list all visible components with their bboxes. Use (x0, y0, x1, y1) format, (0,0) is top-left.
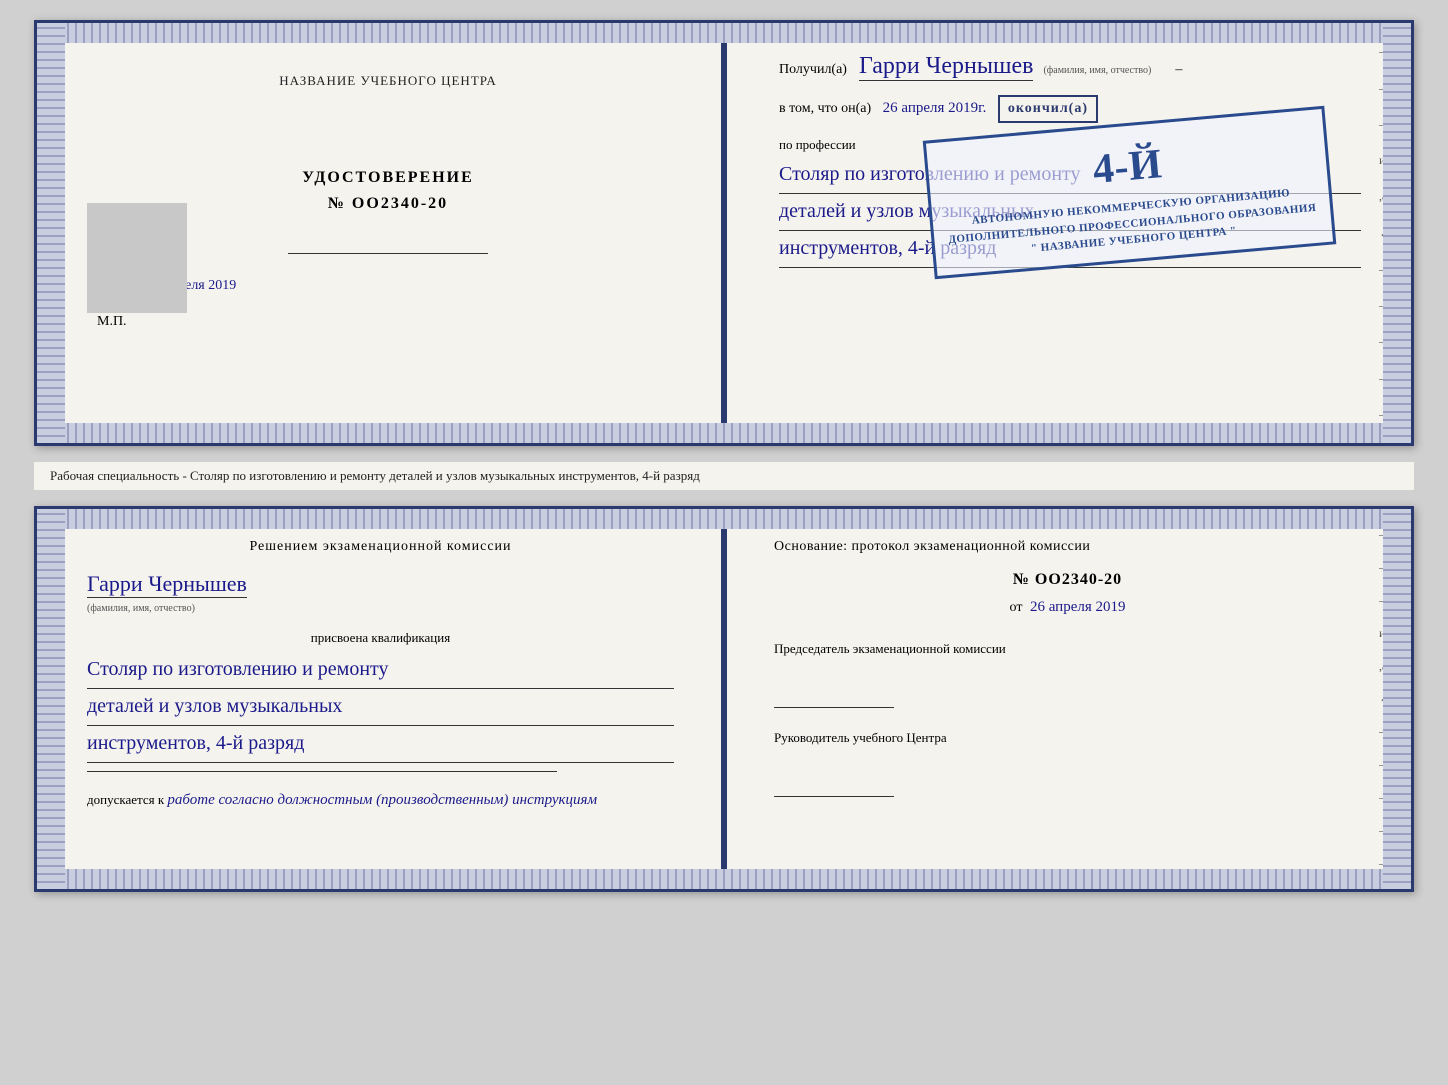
date-value: 26 апреля 2019г. (883, 100, 987, 116)
chairman-label: Председатель экзаменационной комиссии (774, 640, 1361, 658)
top-document-spread: НАЗВАНИЕ УЧЕБНОГО ЦЕНТРА УДОСТОВЕРЕНИЕ №… (34, 20, 1414, 446)
top-decorative-strip (37, 23, 1411, 43)
allowed-label: допускается к (87, 792, 164, 807)
decision-header: Решением экзаменационной комиссии (87, 539, 674, 555)
basis-date-from-label: от (1010, 600, 1023, 615)
assigned-label: присвоена квалификация (87, 630, 674, 646)
left-decorative-strip (37, 23, 65, 443)
right-decorative-strip (1383, 23, 1411, 443)
basis-date-section: от 26 апреля 2019 (774, 599, 1361, 616)
finished-label: окончил(а) (998, 95, 1098, 123)
chairman-signature-line (774, 692, 894, 708)
caption-label: Рабочая специальность - Столяр по изгото… (34, 462, 1414, 490)
recipient-section: Получил(а) Гарри Чернышев (фамилия, имя,… (779, 53, 1361, 81)
qual-line3: инструментов, 4-й разряд (87, 726, 674, 763)
received-label: Получил(а) (779, 62, 847, 77)
allowed-section: допускается к работе согласно должностны… (87, 792, 674, 809)
decision-person-name: Гарри Чернышев (87, 571, 247, 598)
qual-line2: деталей и узлов музыкальных (87, 689, 674, 726)
top-left-page: НАЗВАНИЕ УЧЕБНОГО ЦЕНТРА УДОСТОВЕРЕНИЕ №… (37, 23, 729, 443)
bottom-right-page: Основание: протокол экзаменационной коми… (724, 509, 1411, 889)
top-right-page: 4-й АВТОНОМНУЮ НЕКОММЕРЧЕСКУЮ ОРГАНИЗАЦИ… (729, 23, 1411, 443)
recipient-name: Гарри Чернышев (859, 53, 1033, 81)
basis-number: № OO2340-20 (774, 571, 1361, 589)
basis-header: Основание: протокол экзаменационной коми… (774, 539, 1361, 555)
bottom-left-strip (37, 509, 65, 889)
bottom-bottom-strip (37, 869, 1411, 889)
decision-person-section: Гарри Чернышев (фамилия, имя, отчество) (87, 571, 674, 616)
training-center-title: НАЗВАНИЕ УЧЕБНОГО ЦЕНТРА (97, 73, 679, 89)
bottom-left-page: Решением экзаменационной комиссии Гарри … (37, 509, 724, 889)
qualification-block: Столяр по изготовлению и ремонту деталей… (87, 652, 674, 763)
caption-text: Рабочая специальность - Столяр по изгото… (50, 468, 700, 483)
basis-date-value: 26 апреля 2019 (1030, 599, 1126, 615)
bottom-right-strip (1383, 509, 1411, 889)
mp-label: М.П. (97, 314, 679, 330)
director-signature-line (774, 781, 894, 797)
qual-line1: Столяр по изготовлению и ремонту (87, 652, 674, 689)
bottom-decorative-strip (37, 423, 1411, 443)
recipient-sub: (фамилия, имя, отчество) (1043, 65, 1151, 76)
director-label: Руководитель учебного Центра (774, 729, 1361, 747)
date-context-label: в том, что он(а) (779, 101, 871, 116)
bottom-top-strip (37, 509, 1411, 529)
decision-person-sub: (фамилия, имя, отчество) (87, 603, 195, 614)
photo-placeholder (87, 203, 187, 313)
bottom-document-spread: Решением экзаменационной комиссии Гарри … (34, 506, 1414, 892)
cert-title: УДОСТОВЕРЕНИЕ (97, 169, 679, 187)
allowed-text: работе согласно должностным (производств… (167, 792, 597, 808)
